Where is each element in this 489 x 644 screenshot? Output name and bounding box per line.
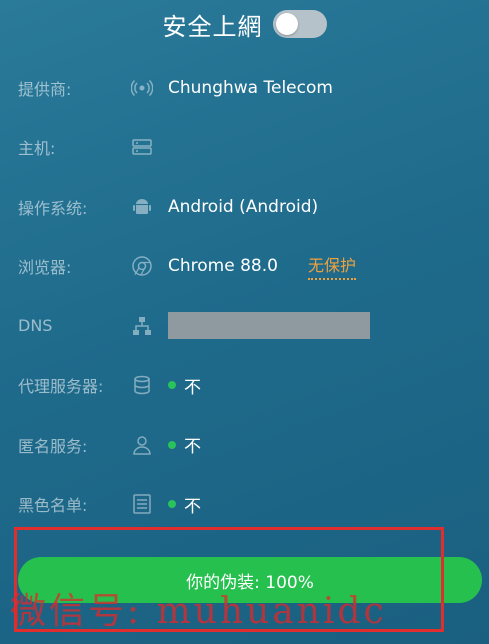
row-label: 代理服务器:	[18, 377, 104, 397]
status-dot	[168, 500, 176, 509]
info-list: 提供商: Chunghwa Telecom 主机: 操作系统: Android …	[0, 58, 489, 534]
browser-value: Chrome 88.0 无保护	[168, 252, 356, 281]
row-label: 操作系统:	[18, 198, 88, 218]
status-text: 不	[184, 437, 201, 458]
status-dot	[168, 440, 176, 449]
user-icon	[130, 433, 154, 457]
dns-redacted-bar	[168, 312, 370, 340]
row-blacklist: 黑色名单: 不	[0, 475, 489, 535]
anonymous-status: 不	[168, 432, 201, 457]
antenna-icon	[130, 76, 154, 100]
row-anonymous: 匿名服务: 不	[0, 415, 489, 475]
android-icon	[130, 195, 154, 219]
row-provider: 提供商: Chunghwa Telecom	[0, 58, 489, 118]
toggle-knob	[275, 13, 298, 35]
row-host: 主机:	[0, 118, 489, 178]
row-proxy: 代理服务器: 不	[0, 356, 489, 416]
database-icon	[130, 373, 154, 397]
unprotected-link[interactable]: 无保护	[307, 252, 356, 281]
os-value: Android (Android)	[168, 196, 319, 217]
chrome-icon	[130, 254, 154, 278]
page-title: 安全上網	[162, 12, 263, 41]
status-text: 不	[184, 496, 201, 517]
proxy-status: 不	[168, 373, 201, 398]
row-label: 匿名服务:	[18, 436, 88, 456]
row-browser: 浏览器: Chrome 88.0 无保护	[0, 237, 489, 297]
status-text: 不	[184, 377, 201, 398]
header: 安全上網	[0, 0, 489, 48]
secure-browsing-toggle[interactable]	[272, 10, 327, 38]
row-label: 浏览器:	[18, 258, 72, 278]
row-os: 操作系统: Android (Android)	[0, 177, 489, 237]
row-label: DNS	[18, 316, 53, 336]
server-icon	[130, 135, 154, 159]
row-label: 提供商:	[18, 79, 72, 99]
network-icon	[130, 314, 154, 338]
status-dot	[168, 381, 176, 390]
blacklist-status: 不	[168, 492, 201, 517]
browser-name: Chrome 88.0	[168, 256, 278, 277]
row-label: 主机:	[18, 139, 56, 159]
provider-value: Chunghwa Telecom	[168, 77, 333, 98]
disguise-button[interactable]: 你的伪装: 100%	[18, 557, 482, 603]
row-label: 黑色名单:	[18, 496, 88, 516]
row-dns: DNS	[0, 296, 489, 356]
list-icon	[130, 492, 154, 516]
